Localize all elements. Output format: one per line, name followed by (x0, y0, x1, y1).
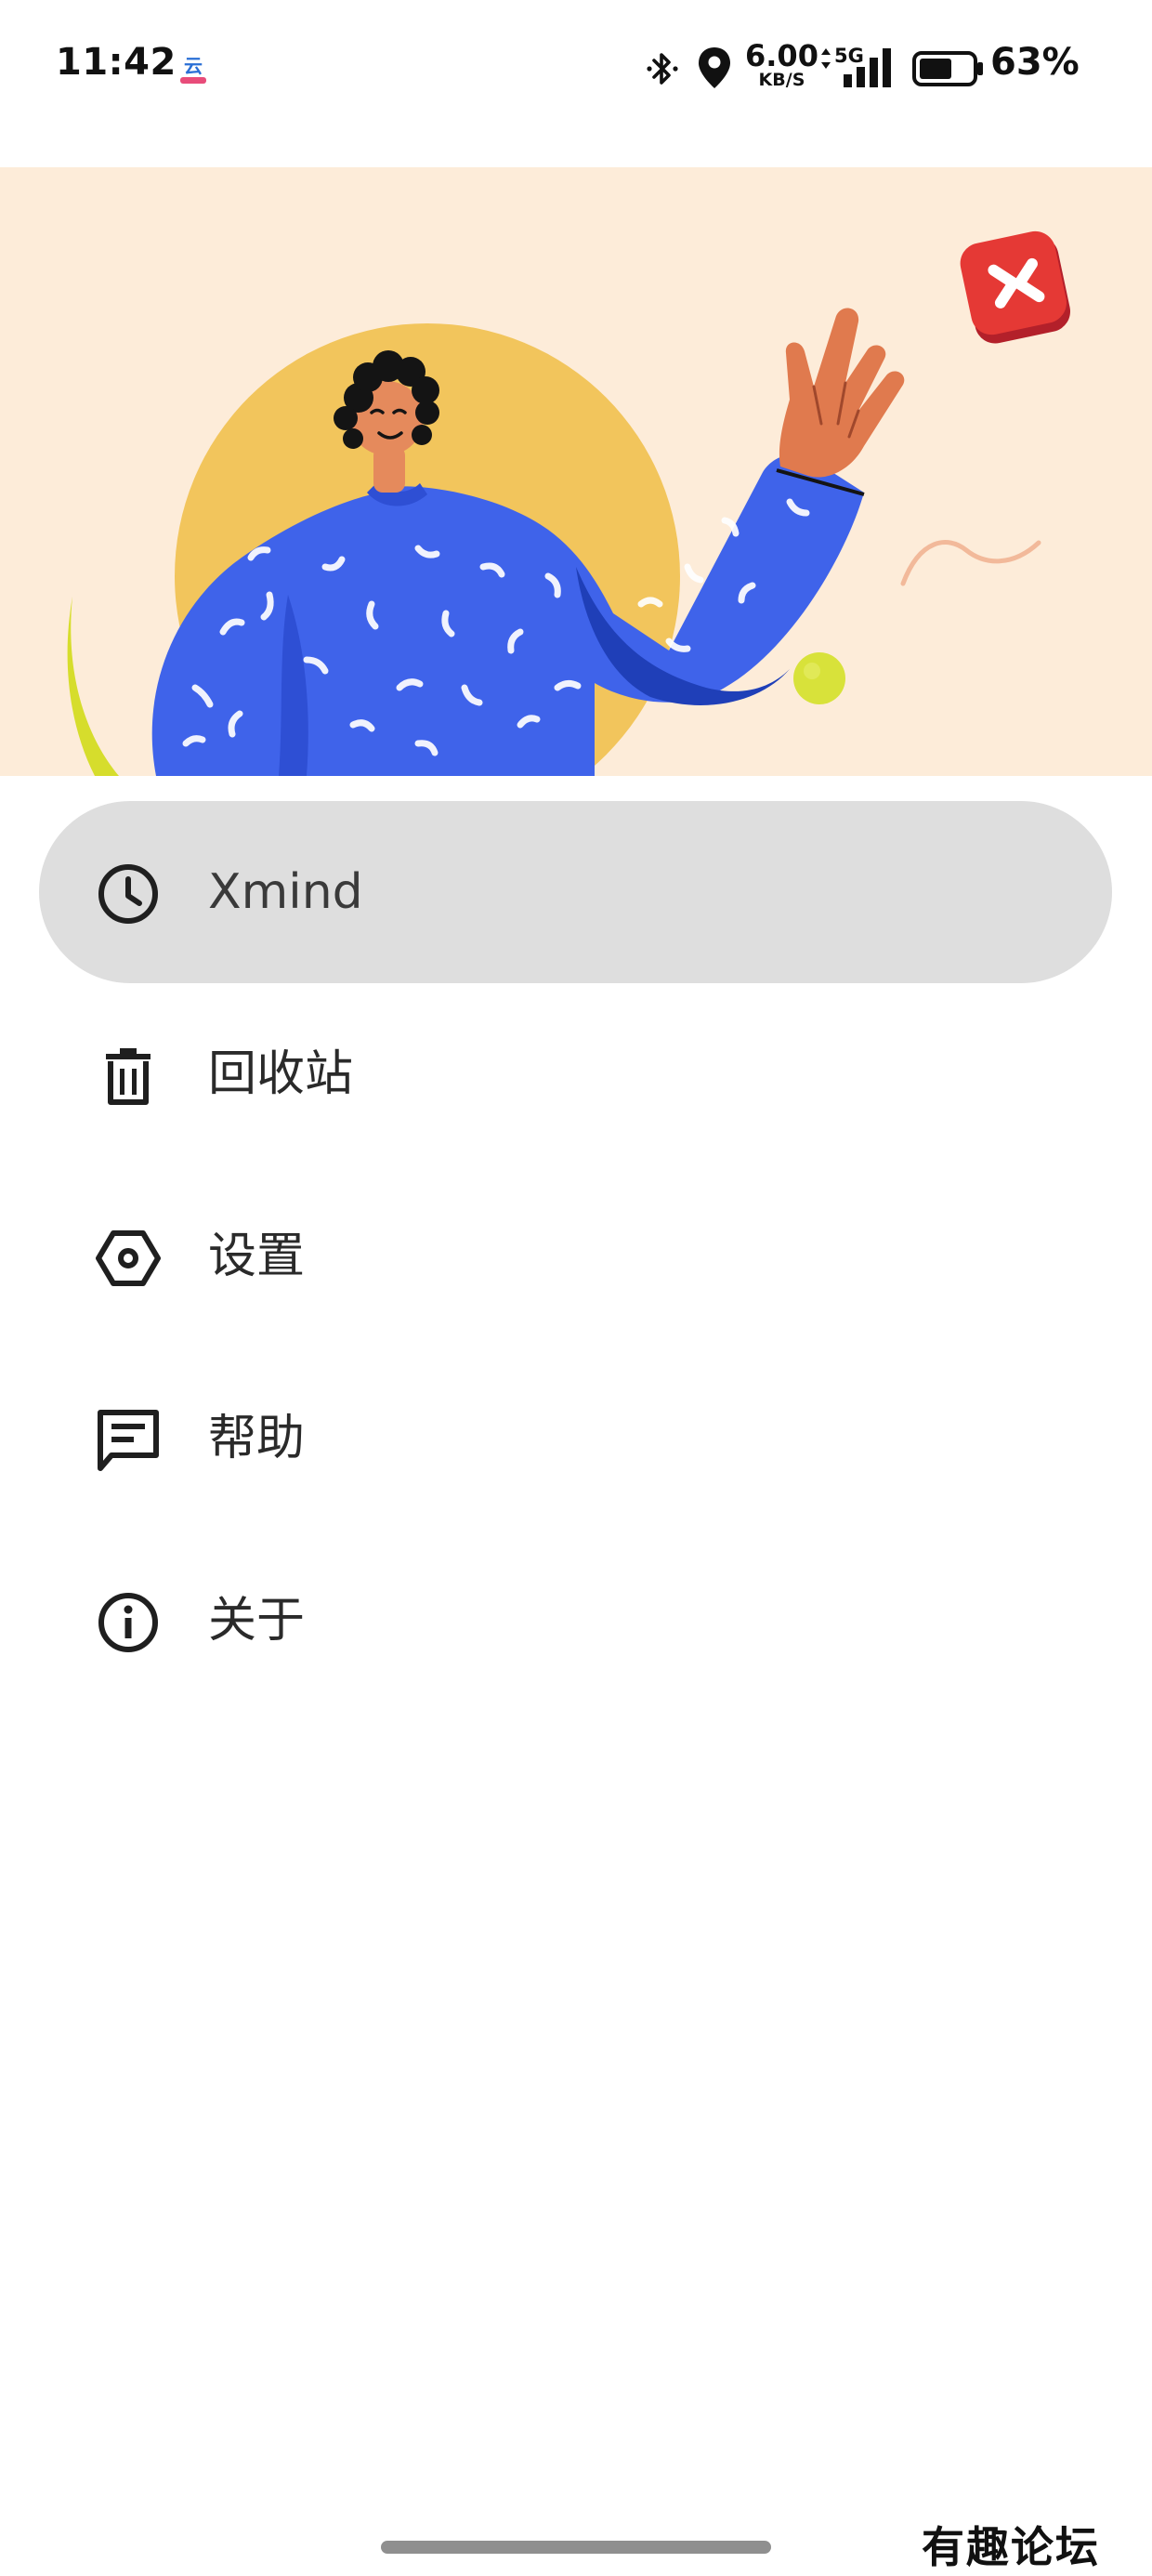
drawer-item-label: Xmind (208, 864, 363, 920)
battery-icon (912, 51, 983, 86)
drawer-item-trash[interactable]: 回收站 (39, 983, 1112, 1165)
data-arrows-icon (821, 48, 831, 69)
battery-percent: 63% (990, 41, 1080, 84)
status-time: 11:42 (56, 41, 177, 84)
header-illustration (0, 167, 1152, 776)
network-speed: 6.00 KB/S (745, 41, 818, 89)
drawer-item-xmind[interactable]: Xmind (39, 801, 1112, 983)
drawer-item-about[interactable]: 关于 (39, 1530, 1112, 1712)
signal-bars-icon (844, 48, 891, 87)
feedback-message-icon (98, 1410, 159, 1471)
drawer-item-settings[interactable]: 设置 (39, 1165, 1112, 1347)
person-waving-illustration (67, 230, 1070, 776)
hexagon-settings-icon (96, 1230, 161, 1286)
home-indicator[interactable] (381, 2541, 771, 2554)
network-speed-value: 6.00 (745, 38, 818, 73)
watermark-text: 有趣论坛 (922, 2522, 1100, 2572)
bluetooth-icon (647, 53, 678, 85)
location-pin-icon (699, 47, 730, 88)
network-speed-unit: KB/S (758, 70, 805, 90)
clock-icon (98, 864, 158, 924)
info-icon (98, 1593, 158, 1652)
drawer-item-label: 关于 (208, 1593, 306, 1649)
xmind-logo-icon (960, 230, 1070, 344)
drawer-item-label: 设置 (208, 1229, 306, 1284)
status-bar: 11:42 云 6.00 KB/S 5G 63% (0, 0, 1152, 139)
drawer-item-label: 回收站 (208, 1046, 354, 1102)
drawer-item-help[interactable]: 帮助 (39, 1347, 1112, 1530)
drawer-item-label: 帮助 (208, 1411, 306, 1466)
svg-text:云: 云 (184, 55, 203, 77)
cloud-app-icon: 云 (177, 52, 210, 85)
trash-icon (106, 1048, 151, 1105)
